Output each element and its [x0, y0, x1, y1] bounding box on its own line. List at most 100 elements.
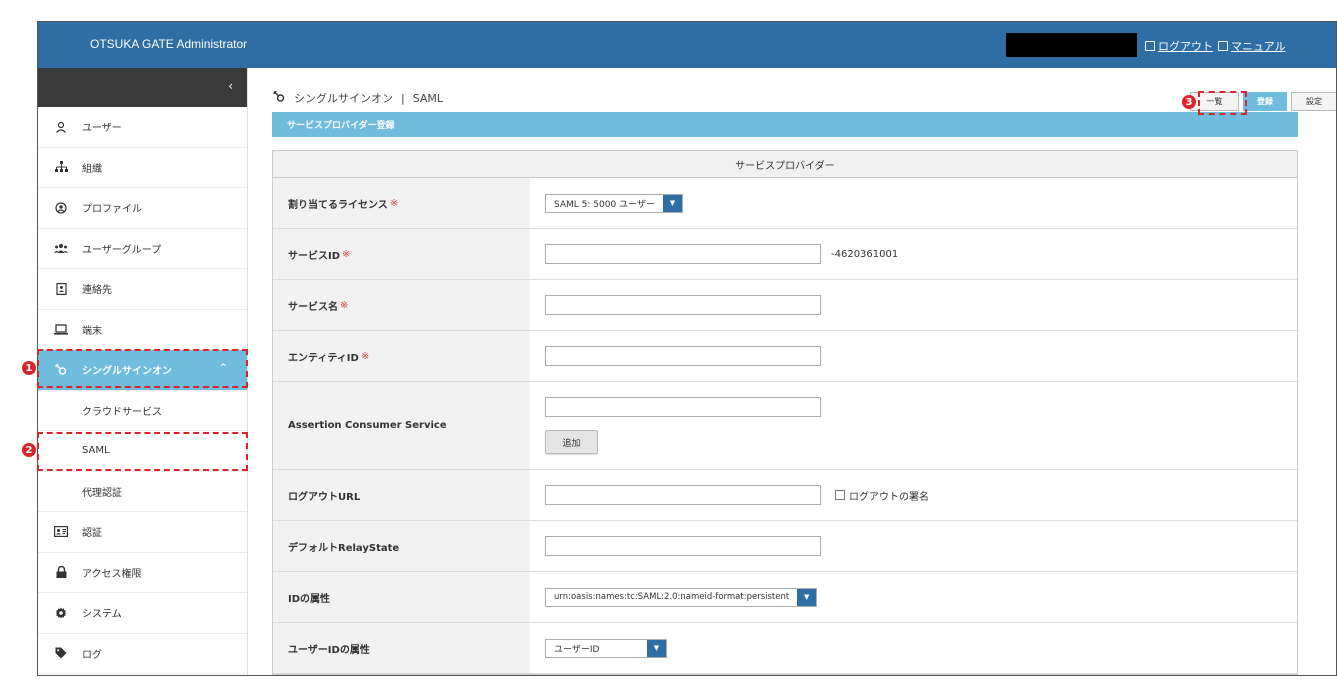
contact-book-icon — [54, 282, 68, 296]
laptop-icon — [54, 322, 68, 336]
relay-state-label: デフォルトRelayState — [273, 521, 530, 571]
form-row-license: 割り当てるライセンス ※ SAML 5: 5000 ユーザー ▼ — [273, 178, 1297, 229]
form-row-acs: Assertion Consumer Service 追加 — [273, 382, 1297, 470]
sidebar-item-contacts[interactable]: 連絡先 — [38, 269, 247, 310]
form-row-service-id: サービスID ※ -4620361001 — [273, 229, 1297, 280]
acs-label: Assertion Consumer Service — [273, 382, 530, 469]
form-row-relay-state: デフォルトRelayState — [273, 521, 1297, 572]
chevron-left-icon: ‹ — [228, 79, 233, 93]
required-mark: ※ — [389, 197, 399, 209]
user-id-attr-select[interactable]: ユーザーID ▼ — [545, 638, 667, 658]
id-card-icon — [54, 525, 68, 539]
add-acs-button[interactable]: 追加 — [545, 430, 598, 454]
profile-icon — [54, 201, 68, 215]
user-id-attr-label: ユーザーIDの属性 — [273, 623, 530, 673]
sidebar: ‹ ユーザー 組織 プロファイル ユーザーグループ 連絡先 端末 シングルサイン… — [38, 68, 248, 675]
sidebar-item-devices[interactable]: 端末 — [38, 310, 247, 350]
section-banner: サービスプロバイダー登録 — [272, 112, 1298, 137]
sidebar-item-profile[interactable]: プロファイル — [38, 188, 247, 229]
sidebar-subitem-saml[interactable]: SAML — [38, 431, 247, 472]
breadcrumb-separator: | — [401, 91, 405, 105]
checkbox-icon — [835, 490, 845, 500]
tab-settings[interactable]: 設定 — [1291, 92, 1336, 111]
logout-link[interactable]: ログアウト — [1145, 38, 1213, 54]
gear-icon — [54, 606, 68, 620]
redacted-username — [1006, 33, 1137, 57]
relay-state-input[interactable] — [545, 536, 821, 556]
sidebar-item-label: プロファイル — [82, 204, 142, 216]
sidebar-item-single-sign-on[interactable]: シングルサインオン ^ — [38, 350, 247, 391]
id-attr-select[interactable]: urn:oasis:names:tc:SAML:2.0:nameid-forma… — [545, 587, 818, 607]
logout-url-input[interactable] — [545, 485, 821, 505]
entity-id-input[interactable] — [545, 346, 821, 366]
form-row-entity-id: エンティティID ※ — [273, 331, 1297, 382]
service-name-label: サービス名 — [288, 301, 338, 313]
sidebar-item-label: アクセス権限 — [82, 568, 142, 580]
sidebar-item-label: 組織 — [82, 163, 102, 175]
org-chart-icon — [54, 160, 68, 174]
sidebar-item-access-rights[interactable]: アクセス権限 — [38, 553, 247, 593]
sso-icon — [273, 90, 286, 106]
form-row-service-name: サービス名 ※ — [273, 280, 1297, 331]
sidebar-item-user-groups[interactable]: ユーザーグループ — [38, 229, 247, 269]
service-id-input[interactable] — [545, 244, 821, 264]
service-id-suffix: -4620361001 — [831, 248, 899, 260]
sidebar-item-authentication[interactable]: 認証 — [38, 512, 247, 553]
lock-icon — [54, 565, 68, 579]
required-mark: ※ — [360, 350, 370, 362]
sidebar-item-system[interactable]: システム — [38, 593, 247, 634]
tab-register[interactable]: 登録 — [1243, 92, 1287, 111]
sidebar-item-label: ユーザーグループ — [82, 244, 162, 256]
form-row-id-attribute: IDの属性 urn:oasis:names:tc:SAML:2.0:nameid… — [273, 572, 1297, 623]
sidebar-item-label: ログ — [82, 649, 102, 661]
users-group-icon — [54, 241, 68, 255]
breadcrumb-section: シングルサインオン — [294, 92, 393, 105]
license-label: 割り当てるライセンス — [288, 199, 388, 211]
step-marker-2: 2 — [22, 443, 36, 457]
id-attr-label: IDの属性 — [273, 572, 530, 622]
app-window: OTSUKA GATE Administrator ログアウト マニュアル ‹ … — [37, 21, 1337, 676]
tab-list[interactable]: 一覧 — [1190, 92, 1239, 111]
required-mark: ※ — [342, 248, 351, 260]
external-link-icon — [1145, 41, 1155, 51]
sidebar-item-label: 認証 — [82, 528, 102, 540]
chevron-down-icon: ▼ — [662, 194, 682, 212]
sidebar-item-label: 連絡先 — [82, 285, 112, 297]
breadcrumb-page: SAML — [412, 91, 444, 105]
manual-link[interactable]: マニュアル — [1218, 38, 1286, 54]
form-row-user-id-attribute: ユーザーIDの属性 ユーザーID ▼ — [273, 623, 1297, 674]
license-select[interactable]: SAML 5: 5000 ユーザー ▼ — [545, 193, 683, 213]
required-mark: ※ — [340, 299, 349, 311]
chevron-down-icon: ▼ — [647, 639, 666, 657]
form-row-logout-url: ログアウトURL ログアウトの署名 — [273, 470, 1297, 521]
tag-icon — [54, 646, 68, 660]
sidebar-item-label: 端末 — [82, 325, 102, 337]
entity-id-label: エンティティID — [288, 352, 359, 364]
sidebar-item-logs[interactable]: ログ — [38, 634, 247, 674]
action-tabs: 一覧 登録 設定 — [1190, 92, 1336, 111]
sidebar-subitem-cloud-services[interactable]: クラウドサービス — [38, 391, 247, 431]
sidebar-item-label: ユーザー — [82, 123, 122, 135]
sidebar-item-label: シングルサインオン — [82, 366, 172, 378]
acs-input[interactable] — [545, 397, 821, 417]
logout-url-label: ログアウトURL — [273, 470, 530, 520]
chevron-up-icon: ^ — [219, 363, 227, 373]
step-marker-1: 1 — [22, 361, 36, 375]
breadcrumb: シングルサインオン | SAML — [273, 90, 443, 106]
sidebar-subitem-proxy-auth[interactable]: 代理認証 — [38, 472, 247, 512]
chevron-down-icon: ▼ — [797, 588, 817, 606]
form-header: サービスプロバイダー — [273, 151, 1297, 178]
main-content: シングルサインオン | SAML 一覧 登録 設定 サービスプロバイダー登録 サ… — [248, 68, 1336, 675]
document-icon — [1218, 41, 1228, 51]
sidebar-item-label: システム — [82, 609, 122, 621]
step-marker-3: 3 — [1182, 95, 1196, 109]
logout-sign-checkbox[interactable]: ログアウトの署名 — [835, 488, 929, 503]
sso-icon — [54, 363, 68, 377]
service-provider-form: サービスプロバイダー 割り当てるライセンス ※ SAML 5: 5000 ユーザー… — [272, 150, 1298, 675]
service-name-input[interactable] — [545, 295, 821, 315]
sidebar-item-organization[interactable]: 組織 — [38, 148, 247, 188]
top-bar: OTSUKA GATE Administrator ログアウト マニュアル — [38, 22, 1336, 68]
sidebar-collapse-button[interactable]: ‹ — [38, 68, 247, 107]
sidebar-item-users[interactable]: ユーザー — [38, 107, 247, 148]
app-title: OTSUKA GATE Administrator — [90, 37, 248, 51]
